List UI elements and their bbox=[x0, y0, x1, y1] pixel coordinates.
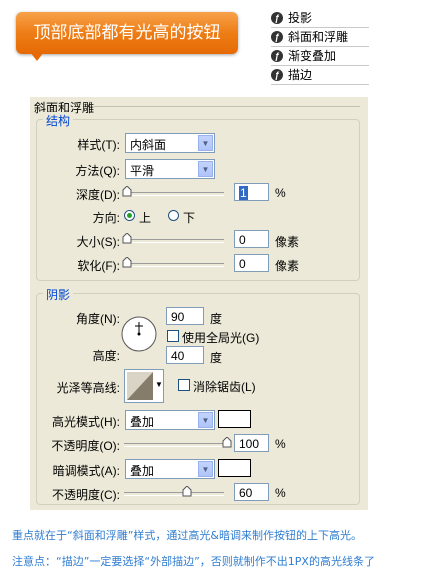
altitude-unit: 度 bbox=[210, 351, 223, 365]
style-item-stroke[interactable]: ƒ 描边 bbox=[271, 68, 369, 85]
method-select[interactable]: 平滑 ▼ bbox=[125, 159, 215, 179]
angle-unit: 度 bbox=[210, 312, 223, 326]
altitude-label: 高度: bbox=[92, 349, 120, 363]
global-light-label: 使用全局光(G) bbox=[182, 331, 260, 345]
angle-dial[interactable] bbox=[120, 315, 158, 353]
direction-up-radio[interactable] bbox=[124, 210, 135, 221]
effect-icon: ƒ bbox=[271, 31, 283, 43]
shadow-opacity-track[interactable] bbox=[124, 492, 224, 496]
size-input[interactable]: 0 bbox=[234, 230, 269, 248]
direction-label: 方向: bbox=[92, 211, 120, 225]
chevron-down-icon: ▼ bbox=[198, 412, 213, 428]
footer-note-1: 重点就在于“斜面和浮雕”样式，通过高光&暗调来制作按钮的上下高光。 bbox=[12, 529, 362, 542]
shadow-opacity-knob[interactable] bbox=[182, 486, 192, 497]
depth-input[interactable]: 1 bbox=[234, 183, 269, 201]
soften-slider-knob[interactable] bbox=[122, 257, 132, 268]
direction-down-radio[interactable] bbox=[168, 210, 179, 221]
style-item-label: 斜面和浮雕 bbox=[288, 30, 349, 44]
structure-title: 结构 bbox=[43, 112, 74, 129]
banner-text: 顶部底部都有光高的按钮 bbox=[33, 23, 221, 43]
shadow-opacity-unit: % bbox=[275, 486, 286, 500]
effect-icon: ƒ bbox=[271, 69, 283, 81]
depth-label: 深度(D): bbox=[76, 188, 120, 202]
gloss-contour-picker[interactable]: ▼ bbox=[124, 369, 164, 403]
shadow-opacity-label: 不透明度(C): bbox=[52, 488, 120, 502]
antialias-checkbox[interactable] bbox=[178, 379, 190, 391]
depth-input-value: 1 bbox=[239, 186, 248, 200]
gloss-contour-label: 光泽等高线: bbox=[56, 381, 120, 395]
size-input-value: 0 bbox=[239, 233, 246, 247]
style-item-drop-shadow[interactable]: ƒ 投影 bbox=[271, 11, 369, 28]
shadow-mode-label: 暗调模式(A): bbox=[52, 464, 120, 478]
highlight-color-swatch[interactable] bbox=[218, 410, 251, 428]
chevron-down-icon: ▼ bbox=[155, 380, 163, 389]
style-item-label: 描边 bbox=[288, 68, 313, 82]
angle-label: 角度(N): bbox=[76, 312, 120, 326]
size-slider-knob[interactable] bbox=[122, 233, 132, 244]
style-label: 样式(T): bbox=[77, 138, 120, 152]
size-slider-track[interactable] bbox=[124, 239, 224, 243]
banner-button[interactable]: 顶部底部都有光高的按钮 bbox=[16, 12, 238, 54]
effect-icon: ƒ bbox=[271, 50, 283, 62]
angle-input-value: 90 bbox=[171, 310, 185, 324]
shadow-color-swatch[interactable] bbox=[218, 459, 251, 477]
chevron-down-icon: ▼ bbox=[198, 161, 213, 177]
angle-input[interactable]: 90 bbox=[166, 307, 204, 325]
title-divider bbox=[94, 106, 360, 107]
soften-slider-track[interactable] bbox=[124, 263, 224, 267]
shadow-mode-select[interactable]: 叠加 ▼ bbox=[125, 459, 215, 479]
chevron-down-icon: ▼ bbox=[198, 135, 213, 151]
method-select-value: 平滑 bbox=[130, 164, 155, 178]
shading-title: 阴影 bbox=[43, 286, 74, 303]
highlight-opacity-knob[interactable] bbox=[222, 437, 232, 448]
soften-input-value: 0 bbox=[239, 257, 246, 271]
altitude-input-value: 40 bbox=[171, 349, 185, 363]
footer-note-2: 注意点：“描边”一定要选择“外部描边”，否则就制作不出1PX的高光线条了 bbox=[12, 555, 375, 568]
style-item-gradient-overlay[interactable]: ƒ 渐变叠加 bbox=[271, 49, 369, 66]
banner-tail bbox=[30, 52, 44, 61]
soften-unit: 像素 bbox=[275, 259, 300, 273]
chevron-down-icon: ▼ bbox=[198, 461, 213, 477]
shadow-opacity-input[interactable]: 60 bbox=[234, 483, 269, 501]
direction-up-label: 上 bbox=[139, 211, 152, 225]
altitude-input[interactable]: 40 bbox=[166, 346, 204, 364]
size-unit: 像素 bbox=[275, 235, 300, 249]
soften-input[interactable]: 0 bbox=[234, 254, 269, 272]
depth-slider-track[interactable] bbox=[124, 192, 224, 196]
depth-slider-knob[interactable] bbox=[122, 186, 132, 197]
shadow-mode-value: 叠加 bbox=[130, 464, 155, 478]
contour-preview-icon bbox=[127, 372, 153, 400]
effect-icon: ƒ bbox=[271, 12, 283, 24]
highlight-mode-value: 叠加 bbox=[130, 415, 155, 429]
bevel-emboss-panel: 斜面和浮雕 结构 样式(T): 内斜面 ▼ 方法(Q): 平滑 ▼ 深度(D):… bbox=[30, 97, 368, 510]
highlight-mode-select[interactable]: 叠加 ▼ bbox=[125, 410, 215, 430]
style-select-value: 内斜面 bbox=[130, 138, 167, 152]
antialias-label: 消除锯齿(L) bbox=[193, 380, 256, 394]
highlight-opacity-unit: % bbox=[275, 437, 286, 451]
style-item-label: 渐变叠加 bbox=[288, 49, 337, 63]
method-label: 方法(Q): bbox=[75, 164, 120, 178]
global-light-checkbox[interactable] bbox=[167, 330, 179, 342]
highlight-opacity-track[interactable] bbox=[124, 443, 224, 447]
style-select[interactable]: 内斜面 ▼ bbox=[125, 133, 215, 153]
highlight-mode-label: 高光模式(H): bbox=[52, 415, 120, 429]
highlight-opacity-value: 100 bbox=[239, 437, 260, 451]
size-label: 大小(S): bbox=[76, 235, 120, 249]
soften-label: 软化(F): bbox=[77, 259, 120, 273]
highlight-opacity-input[interactable]: 100 bbox=[234, 434, 269, 452]
highlight-opacity-label: 不透明度(O): bbox=[51, 439, 120, 453]
depth-unit: % bbox=[275, 186, 286, 200]
style-item-label: 投影 bbox=[288, 11, 313, 25]
direction-down-label: 下 bbox=[183, 211, 196, 225]
shadow-opacity-value: 60 bbox=[239, 486, 253, 500]
style-item-bevel-emboss[interactable]: ƒ 斜面和浮雕 bbox=[271, 30, 369, 47]
